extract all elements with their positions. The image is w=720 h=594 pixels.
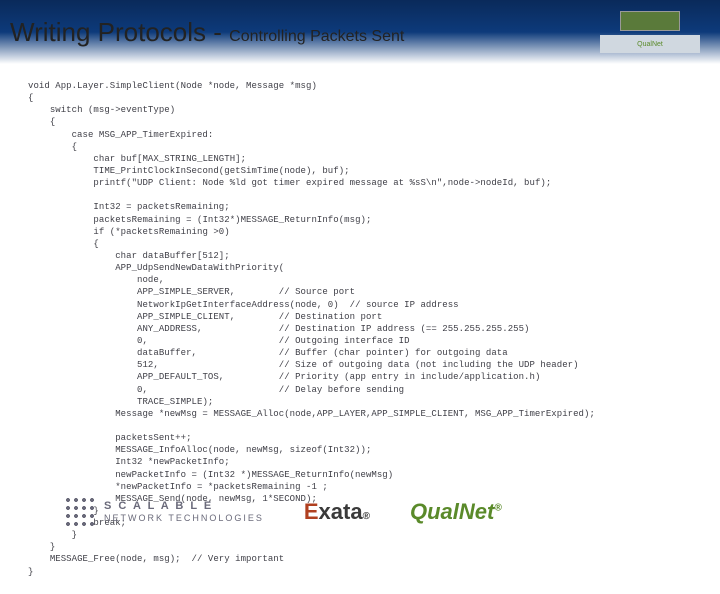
- slide-footer: S C A L A B L E NETWORK TECHNOLOGIES Exa…: [0, 484, 720, 540]
- slide-title: Writing Protocols - Controlling Packets …: [10, 17, 404, 48]
- title-sub: Controlling Packets Sent: [229, 28, 404, 45]
- qualnet-logo: QualNet®: [410, 499, 502, 525]
- qualnet-tm: ®: [494, 503, 501, 514]
- scalable-logo: S C A L A B L E NETWORK TECHNOLOGIES: [64, 496, 264, 528]
- exata-rest: xata: [319, 499, 363, 525]
- scalable-line1: S C A L A B L E: [104, 500, 264, 513]
- qualnet-text: QualNet: [410, 499, 494, 524]
- scalable-text: S C A L A B L E NETWORK TECHNOLOGIES: [104, 500, 264, 524]
- thumbnail-2: QualNet: [600, 35, 700, 53]
- slide-header: Writing Protocols - Controlling Packets …: [0, 0, 720, 64]
- scalable-line2: NETWORK TECHNOLOGIES: [104, 513, 264, 524]
- scalable-icon: [64, 496, 96, 528]
- thumbnail-1: [620, 11, 680, 31]
- exata-e: E: [304, 499, 319, 525]
- title-main: Writing Protocols -: [10, 17, 229, 47]
- header-thumbnails: QualNet: [580, 0, 720, 64]
- exata-tm: ®: [363, 511, 370, 522]
- thumb-qualnet: QualNet: [637, 41, 663, 48]
- exata-logo: Exata®: [304, 499, 370, 525]
